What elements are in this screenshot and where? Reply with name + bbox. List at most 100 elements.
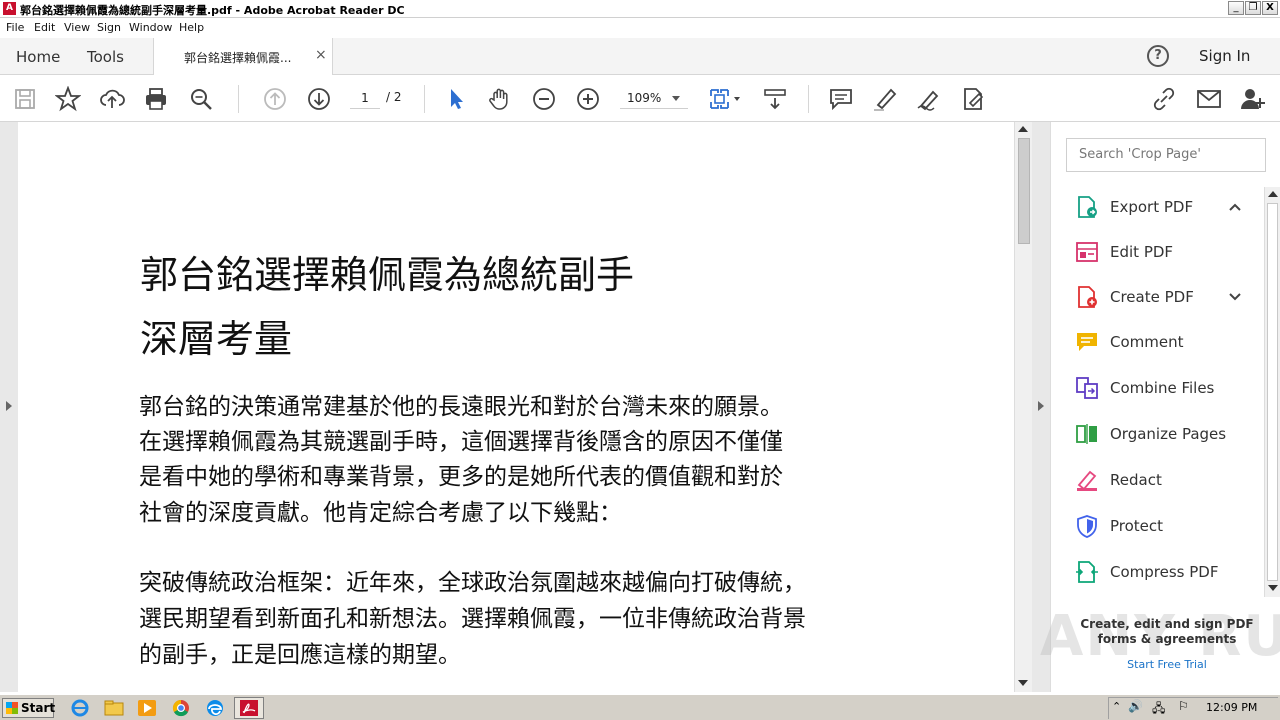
start-button[interactable]: Start: [2, 698, 56, 718]
scroll-down-icon[interactable]: [1268, 585, 1278, 591]
volume-icon[interactable]: 🔊: [1128, 699, 1143, 713]
close-window-button[interactable]: X: [1262, 1, 1278, 15]
page-fit-icon[interactable]: [708, 86, 744, 112]
menu-bar: File Edit View Sign Window Help: [0, 18, 1280, 38]
taskbar-clock: 12:09 PM: [1206, 701, 1258, 714]
network-icon[interactable]: 🖧: [1152, 699, 1165, 720]
zoom-search-icon[interactable]: [188, 86, 214, 112]
close-tab-icon[interactable]: ×: [315, 47, 327, 63]
select-pointer-icon[interactable]: [443, 86, 469, 112]
menu-sign[interactable]: Sign: [97, 21, 121, 34]
menu-help[interactable]: Help: [179, 21, 204, 34]
previous-page-icon[interactable]: [262, 86, 288, 112]
tool-compress-pdf[interactable]: Compress PDF: [1075, 557, 1255, 587]
export-pdf-icon: [1078, 196, 1097, 218]
taskbar-acrobat-button[interactable]: [234, 697, 264, 719]
windows-taskbar: Start ⌃ 🔊 🖧 ⚐ 12:09 PM: [0, 694, 1280, 720]
tool-label: Create PDF: [1110, 288, 1194, 306]
tab-tools[interactable]: Tools: [87, 48, 124, 66]
sign-in-button[interactable]: Sign In: [1199, 47, 1250, 65]
sign-pen-icon[interactable]: [916, 86, 942, 112]
tool-label: Comment: [1110, 333, 1184, 351]
scrolling-mode-icon[interactable]: [762, 86, 788, 112]
tool-edit-pdf[interactable]: Edit PDF: [1075, 237, 1255, 267]
tab-document[interactable]: 郭台銘選擇賴佩霞... ×: [153, 38, 333, 76]
chrome-icon[interactable]: [170, 698, 192, 718]
expand-left-panel-icon[interactable]: [6, 401, 12, 411]
tool-export-pdf[interactable]: Export PDF: [1075, 192, 1255, 222]
document-title-line-2: 深層考量: [140, 317, 293, 361]
zoom-in-icon[interactable]: [575, 86, 601, 112]
tool-redact[interactable]: Redact: [1075, 465, 1255, 495]
promo-line-1: Create, edit and sign PDF: [1080, 617, 1254, 631]
highlight-pen-icon[interactable]: [872, 86, 898, 112]
tool-comment[interactable]: Comment: [1075, 327, 1255, 357]
acrobat-taskbar-icon: [240, 700, 258, 716]
scroll-up-icon[interactable]: [1018, 126, 1028, 132]
fill-sign-icon[interactable]: [960, 86, 986, 112]
tool-organize-pages[interactable]: Organize Pages: [1075, 419, 1255, 449]
menu-window[interactable]: Window: [129, 21, 172, 34]
file-explorer-icon[interactable]: [103, 698, 125, 718]
promo-line-2: forms & agreements: [1097, 632, 1237, 646]
collapse-right-panel-icon[interactable]: [1038, 401, 1044, 411]
menu-view[interactable]: View: [64, 21, 90, 34]
toolbar-separator: [424, 85, 425, 113]
next-page-icon[interactable]: [306, 86, 332, 112]
document-scrollbar[interactable]: [1014, 122, 1032, 692]
page-number-input[interactable]: 1: [350, 87, 380, 109]
tray-expand-icon[interactable]: ⌃: [1112, 700, 1121, 713]
scroll-down-icon[interactable]: [1018, 680, 1028, 686]
help-icon[interactable]: ?: [1147, 45, 1169, 67]
tool-protect[interactable]: Protect: [1075, 511, 1255, 541]
scrollbar-thumb[interactable]: [1267, 203, 1278, 581]
paragraph-1-line-2: 在選擇賴佩霞為其競選副手時，這個選擇背後隱含的原因不僅僅: [139, 429, 783, 455]
paragraph-2-line-3: 的副手，正是回應這樣的期望。: [139, 642, 461, 668]
create-pdf-icon: [1078, 286, 1097, 308]
start-label: Start: [21, 701, 56, 715]
share-link-icon[interactable]: [1151, 86, 1177, 112]
scrollbar-thumb[interactable]: [1018, 138, 1030, 244]
start-free-trial-link[interactable]: Start Free Trial: [1062, 658, 1272, 671]
upload-cloud-icon[interactable]: [99, 86, 125, 112]
tab-home[interactable]: Home: [16, 48, 60, 66]
save-icon[interactable]: [12, 86, 38, 112]
chevron-down-icon: [672, 96, 680, 101]
tool-combine-files[interactable]: Combine Files: [1075, 373, 1255, 403]
add-user-icon[interactable]: [1240, 86, 1266, 112]
chevron-up-icon[interactable]: [1227, 199, 1243, 215]
minimize-button[interactable]: _: [1228, 1, 1244, 15]
email-icon[interactable]: [1196, 86, 1222, 112]
scroll-up-icon[interactable]: [1268, 191, 1278, 197]
media-player-icon[interactable]: [136, 698, 158, 718]
bookmark-star-icon[interactable]: [55, 86, 81, 112]
left-panel-gutter[interactable]: [0, 122, 18, 692]
toolbar: 1 / 2 109%: [0, 75, 1280, 122]
document-tab-label: 郭台銘選擇賴佩霞...: [184, 51, 292, 65]
zoom-level-dropdown[interactable]: 109%: [620, 87, 688, 109]
tool-create-pdf[interactable]: Create PDF: [1075, 282, 1255, 312]
menu-edit[interactable]: Edit: [34, 21, 55, 34]
maximize-button[interactable]: ❐: [1245, 1, 1261, 15]
toolbar-separator: [238, 85, 239, 113]
action-center-flag-icon[interactable]: ⚐: [1178, 699, 1189, 713]
tools-search-input[interactable]: Search 'Crop Page': [1066, 138, 1266, 172]
edge-icon[interactable]: [204, 698, 226, 718]
internet-explorer-icon[interactable]: [69, 698, 91, 718]
hand-tool-icon[interactable]: [487, 86, 513, 112]
document-title-line-1: 郭台銘選擇賴佩霞為總統副手: [140, 253, 635, 297]
acrobat-app-icon: A: [3, 2, 16, 15]
tool-label: Export PDF: [1110, 198, 1194, 216]
combine-files-icon: [1076, 377, 1098, 399]
tool-label: Protect: [1110, 517, 1164, 535]
tools-pane-scrollbar[interactable]: [1264, 187, 1280, 597]
acrobat-window: A 郭台銘選擇賴佩霞為總統副手深層考量.pdf - Adobe Acrobat …: [0, 0, 1280, 720]
zoom-out-icon[interactable]: [531, 86, 557, 112]
comment-icon[interactable]: [828, 86, 854, 112]
paragraph-2-line-2: 選民期望看到新面孔和新想法。選擇賴佩霞，一位非傳統政治背景: [139, 606, 806, 632]
chevron-down-icon[interactable]: [1227, 289, 1243, 305]
protect-icon: [1077, 515, 1097, 538]
menu-file[interactable]: File: [6, 21, 24, 34]
print-icon[interactable]: [143, 86, 169, 112]
tool-label: Combine Files: [1110, 379, 1215, 397]
